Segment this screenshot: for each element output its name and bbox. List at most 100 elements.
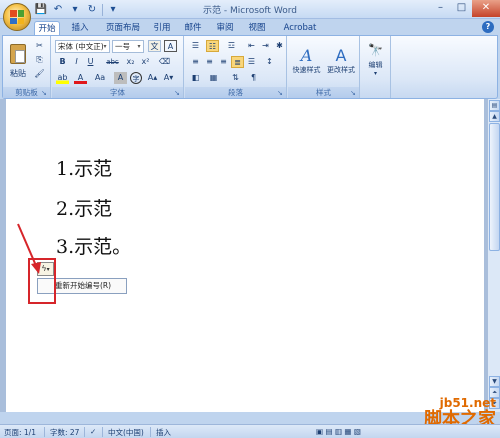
paragraph-label: 段落: [185, 87, 286, 98]
borders-icon[interactable]: ▦: [207, 72, 220, 84]
chevron-down-icon: ▾: [103, 43, 107, 50]
insert-mode[interactable]: 插入: [156, 427, 171, 438]
chinese-layout-icon[interactable]: ✱: [273, 40, 286, 52]
highlight-icon[interactable]: ab: [56, 72, 69, 84]
tab-acrobat[interactable]: Acrobat: [280, 21, 320, 35]
vertical-scrollbar[interactable]: ▤ ▲ ▼ ⏶ ⏷: [487, 99, 500, 412]
scroll-down-icon[interactable]: ▼: [489, 376, 500, 387]
clipboard-icon: [10, 43, 26, 64]
tab-mailings[interactable]: 邮件: [180, 21, 206, 35]
strikethrough-button[interactable]: abc: [104, 56, 121, 68]
distributed-icon[interactable]: ☰: [245, 56, 258, 68]
list-item[interactable]: 2.示范: [56, 194, 112, 221]
window-title: 示范 - Microsoft Word: [203, 6, 297, 16]
decrease-indent-icon[interactable]: ⇤: [245, 40, 258, 52]
close-icon[interactable]: ✕: [472, 0, 500, 17]
numbering-icon[interactable]: ☷: [206, 40, 219, 52]
sort-icon[interactable]: ⇅: [229, 72, 242, 84]
align-center-icon[interactable]: ≡: [203, 56, 216, 68]
change-styles-icon: A: [335, 45, 347, 65]
styles-group: A 快速样式 A 更改样式 样式 ↘: [288, 36, 360, 98]
status-bar: 页面: 1/1 字数: 27 ✓ 中文(中国) 插入 ▣ ▤ ▥ ▦ ▧: [0, 424, 500, 438]
list-item[interactable]: 3.示范。: [56, 232, 131, 259]
tab-home[interactable]: 开始: [34, 21, 60, 35]
office-logo-icon: [10, 10, 24, 24]
editing-group: 🔭 编辑 ▾: [361, 36, 391, 98]
page-count[interactable]: 页面: 1/1: [4, 427, 36, 438]
tab-insert[interactable]: 插入: [66, 21, 94, 35]
document-area: 1.示范 2.示范 3.示范。: [0, 99, 487, 412]
change-case-button[interactable]: Aa: [92, 72, 108, 84]
ribbon: 粘贴 ✂ ⎘ 🖌 剪贴板 ↘ 宋体 (中文正) ▾ 一号 ▾ 文 A B I U a…: [2, 35, 498, 99]
tab-review[interactable]: 审阅: [212, 21, 238, 35]
tab-page-layout[interactable]: 页面布局: [101, 21, 145, 35]
bullets-icon[interactable]: ☰: [189, 40, 202, 52]
help-icon[interactable]: ?: [482, 21, 494, 33]
enclose-char-button[interactable]: 字: [130, 72, 142, 84]
grow-font-icon[interactable]: A▴: [146, 72, 159, 84]
editing-button[interactable]: 🔭 编辑 ▾: [362, 38, 389, 82]
watermark-site: jb51.net: [439, 396, 496, 410]
multilevel-list-icon[interactable]: ☲: [225, 40, 238, 52]
underline-button[interactable]: U: [84, 56, 97, 68]
divider: [102, 427, 103, 437]
show-marks-icon[interactable]: ¶: [247, 72, 260, 84]
format-painter-icon[interactable]: 🖌: [33, 68, 46, 80]
tab-references[interactable]: 引用: [149, 21, 175, 35]
divider: [84, 427, 85, 437]
view-buttons[interactable]: ▣ ▤ ▥ ▦ ▧: [316, 427, 361, 436]
phonetic-guide-icon[interactable]: 文: [148, 40, 161, 52]
change-styles-button[interactable]: A 更改样式: [324, 38, 358, 82]
font-label: 字体: [52, 87, 183, 98]
shrink-font-icon[interactable]: A▾: [162, 72, 175, 84]
chevron-down-icon: ▾: [373, 70, 377, 77]
window-controls: – □ ✕: [430, 0, 500, 17]
ruler-toggle-icon[interactable]: ▤: [489, 100, 500, 111]
styles-label: 样式: [288, 87, 359, 98]
line-spacing-icon[interactable]: ↕: [263, 56, 276, 68]
proofing-icon[interactable]: ✓: [90, 427, 96, 436]
font-size-combo[interactable]: 一号 ▾: [112, 40, 144, 53]
char-shading-icon[interactable]: A: [114, 72, 127, 84]
list-item[interactable]: 1.示范: [56, 154, 112, 181]
paragraph-group: ☰ ☷ ☲ ⇤ ⇥ ✱ ≡ ≡ ≡ ≣ ☰ ↕ ◧ ▦ ⇅ ¶ 段落 ↘: [185, 36, 287, 98]
cut-icon[interactable]: ✂: [33, 40, 46, 52]
tab-view[interactable]: 视图: [244, 21, 270, 35]
clear-format-icon[interactable]: ⌫: [158, 56, 171, 68]
font-color-button[interactable]: A: [74, 72, 87, 84]
italic-button[interactable]: I: [70, 56, 83, 68]
char-border-icon[interactable]: A: [164, 40, 177, 52]
dialog-launcher-icon[interactable]: ↘: [277, 89, 285, 97]
binoculars-icon: 🔭: [368, 43, 383, 57]
quick-styles-icon: A: [300, 45, 313, 65]
subscript-button[interactable]: x₂: [124, 56, 137, 68]
paste-button[interactable]: 粘贴: [7, 39, 29, 83]
font-group: 宋体 (中文正) ▾ 一号 ▾ 文 A B I U abc x₂ x² ⌫ ab A…: [52, 36, 184, 98]
shading-icon[interactable]: ◧: [189, 72, 202, 84]
highlight-frame: [28, 258, 56, 304]
word-count[interactable]: 字数: 27: [50, 427, 79, 438]
language[interactable]: 中文(中国): [108, 427, 144, 438]
copy-icon[interactable]: ⎘: [33, 54, 46, 66]
justify-icon[interactable]: ≣: [231, 56, 244, 68]
superscript-button[interactable]: x²: [139, 56, 152, 68]
dialog-launcher-icon[interactable]: ↘: [350, 89, 358, 97]
bold-button[interactable]: B: [56, 56, 69, 68]
divider: [150, 427, 151, 437]
office-button[interactable]: [3, 3, 31, 31]
ribbon-tabs: 开始 插入 页面布局 引用 邮件 审阅 视图 Acrobat ?: [0, 19, 500, 35]
chevron-down-icon: ▾: [137, 43, 141, 50]
increase-indent-icon[interactable]: ⇥: [259, 40, 272, 52]
scroll-up-icon[interactable]: ▲: [489, 111, 500, 122]
maximize-icon[interactable]: □: [451, 0, 472, 17]
dialog-launcher-icon[interactable]: ↘: [41, 89, 49, 97]
quick-styles-button[interactable]: A 快速样式: [290, 38, 323, 82]
minimize-icon[interactable]: –: [430, 0, 451, 17]
dialog-launcher-icon[interactable]: ↘: [174, 89, 182, 97]
title-bar: 💾 ↶ ▾ ↻ ▾ 示范 - Microsoft Word – □ ✕: [0, 0, 500, 19]
align-left-icon[interactable]: ≡: [189, 56, 202, 68]
font-name-combo[interactable]: 宋体 (中文正) ▾: [55, 40, 110, 53]
align-right-icon[interactable]: ≡: [217, 56, 230, 68]
scroll-thumb[interactable]: [489, 123, 500, 251]
document-page[interactable]: 1.示范 2.示范 3.示范。: [6, 99, 484, 412]
